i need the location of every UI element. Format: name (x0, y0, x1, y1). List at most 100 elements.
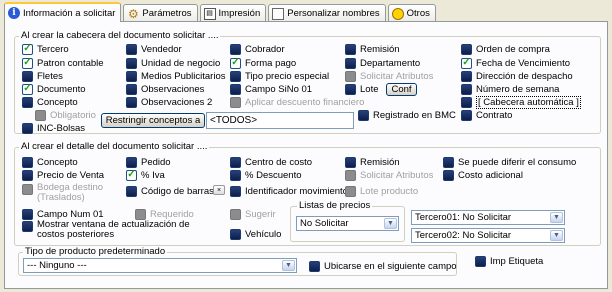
checkbox-campo-sino-01[interactable]: Campo SiNo 01 (230, 83, 312, 95)
checkbox-unchecked-icon[interactable] (230, 169, 241, 181)
checkbox-solicitar-atributos[interactable]: Solicitar Atributos (345, 70, 433, 82)
checkbox-unchecked-icon[interactable] (443, 156, 454, 168)
tab-otros[interactable]: Otros (387, 4, 436, 22)
checkbox-unchecked-icon[interactable] (230, 228, 241, 240)
checkbox-observaciones-2[interactable]: Observaciones 2 (126, 96, 212, 108)
checkbox-unchecked-icon[interactable] (126, 57, 137, 69)
checkbox-unchecked-icon[interactable] (345, 169, 356, 181)
checkbox-unchecked-icon[interactable] (22, 122, 33, 134)
product-type-select[interactable]: --- Ninguno --- ▼ (23, 258, 297, 273)
checkbox-bodega-destino[interactable]: Bodega destino (Traslados) (22, 183, 103, 205)
checkbox-unchecked-icon[interactable] (126, 70, 137, 82)
checkbox-medios-publicitarios[interactable]: Medios Publicitarios (126, 70, 225, 82)
checkbox-unchecked-icon[interactable] (461, 109, 472, 121)
checkbox-unchecked-icon[interactable] (230, 156, 241, 168)
checkbox-unchecked-icon[interactable] (22, 208, 33, 220)
checkbox-fecha-vencimiento[interactable]: Fecha de Vencimiento (461, 57, 570, 69)
checkbox-unchecked-icon[interactable] (309, 260, 320, 272)
tercero02-select[interactable]: Tercero02: No Solicitar ▼ (411, 228, 565, 243)
checkbox-obligatorio[interactable]: Obligatorio (35, 109, 96, 121)
checkbox-unidad-negocio[interactable]: Unidad de negocio (126, 57, 220, 69)
checkbox-unchecked-icon[interactable] (22, 221, 33, 232)
checkbox-documento[interactable]: Documento (22, 83, 86, 95)
tab-parametros[interactable]: ⚙ Parámetros (123, 4, 198, 22)
checkbox-unchecked-icon[interactable] (230, 70, 241, 82)
checkbox-unchecked-icon[interactable] (22, 70, 33, 82)
checkbox-precio-venta[interactable]: Precio de Venta (22, 169, 104, 181)
checkbox-unchecked-icon[interactable] (345, 156, 356, 168)
checkbox-unchecked-icon[interactable] (230, 96, 241, 108)
checkbox-direccion-despacho[interactable]: Dirección de despacho (461, 70, 573, 82)
checkbox-unchecked-icon[interactable] (126, 96, 137, 108)
checkbox-unchecked-icon[interactable] (443, 169, 454, 181)
checkbox-requerido[interactable]: Requerido (135, 208, 194, 220)
checkbox-unchecked-icon[interactable] (22, 156, 33, 168)
checkbox-registrado-bmc[interactable]: Registrado en BMC (358, 109, 456, 121)
checkbox-unchecked-icon[interactable] (461, 43, 472, 55)
checkbox-unchecked-icon[interactable] (35, 109, 46, 121)
checkbox-checked-icon[interactable] (126, 169, 137, 181)
checkbox-checked-icon[interactable] (22, 57, 33, 69)
restringir-conceptos-button[interactable]: Restringir conceptos a (101, 113, 205, 128)
checkbox-aplicar-descuento[interactable]: Aplicar descuento financiero (230, 96, 364, 108)
checkbox-vehiculo[interactable]: Vehículo (230, 228, 281, 240)
checkbox-ubicarse-siguiente-campo[interactable]: Ubicarse en el siguiente campo (309, 260, 457, 272)
checkbox-unchecked-icon[interactable] (22, 169, 33, 181)
checkbox-unchecked-icon[interactable] (230, 83, 241, 95)
checkbox-unchecked-icon[interactable] (461, 96, 472, 108)
checkbox-unchecked-icon[interactable] (22, 184, 33, 195)
checkbox-unchecked-icon[interactable] (126, 156, 137, 168)
checkbox-iva[interactable]: % Iva (126, 169, 165, 181)
checkbox-identificador-movimiento[interactable]: Identificador movimiento (230, 185, 348, 197)
checkbox-costo-adicional[interactable]: Costo adicional (443, 169, 523, 181)
checkbox-observaciones[interactable]: Observaciones (126, 83, 204, 95)
checkbox-imp-etiqueta[interactable]: Imp Etiqueta (475, 255, 543, 267)
checkbox-unchecked-icon[interactable] (345, 57, 356, 69)
checkbox-unchecked-icon[interactable] (461, 70, 472, 82)
checkbox-tercero[interactable]: Tercero (22, 43, 69, 55)
checkbox-unchecked-icon[interactable] (230, 185, 241, 197)
checkbox-unchecked-icon[interactable] (345, 43, 356, 55)
checkbox-unchecked-icon[interactable] (230, 208, 241, 220)
checkbox-numero-semana[interactable]: Número de semana (461, 83, 559, 95)
checkbox-detalle-remision[interactable]: Remisión (345, 156, 400, 168)
lote-conf-button[interactable]: Conf (386, 83, 417, 96)
checkbox-unchecked-icon[interactable] (135, 208, 146, 220)
checkbox-fletes[interactable]: Fletes (22, 70, 63, 82)
tab-personalizar-nombres[interactable]: Personalizar nombres (268, 4, 386, 22)
checkbox-descuento[interactable]: % Descuento (230, 169, 302, 181)
checkbox-departamento[interactable]: Departamento (345, 57, 420, 69)
checkbox-lote-producto[interactable]: Lote producto (345, 185, 418, 197)
checkbox-unchecked-icon[interactable] (345, 83, 356, 95)
checkbox-unchecked-icon[interactable] (475, 255, 486, 267)
checkbox-codigo-barras[interactable]: Código de barras (126, 185, 214, 197)
checkbox-centro-costo[interactable]: Centro de costo (230, 156, 312, 168)
checkbox-pedido[interactable]: Pedido (126, 156, 171, 168)
checkbox-detalle-solicitar-atributos[interactable]: Solicitar Atributos (345, 169, 433, 181)
checkbox-unchecked-icon[interactable] (126, 185, 137, 197)
checkbox-checked-icon[interactable] (230, 57, 241, 69)
checkbox-remision[interactable]: Remisión (345, 43, 400, 55)
checkbox-unchecked-icon[interactable] (461, 83, 472, 95)
checkbox-unchecked-icon[interactable] (345, 70, 356, 82)
tercero01-select[interactable]: Tercero01: No Solicitar ▼ (411, 210, 565, 225)
checkbox-inc-bolsas[interactable]: INC-Bolsas (22, 122, 85, 134)
checkbox-diferir-consumo[interactable]: Se puede diferir el consumo (443, 156, 576, 168)
checkbox-unchecked-icon[interactable] (358, 109, 369, 121)
checkbox-mostrar-ventana-costos[interactable]: Mostrar ventana de actualización de cost… (22, 220, 190, 242)
restringir-conceptos-input[interactable]: <TODOS> (206, 112, 354, 129)
tab-informacion-a-solicitar[interactable]: i Información a solicitar (4, 2, 122, 22)
checkbox-unchecked-icon[interactable] (22, 96, 33, 108)
checkbox-unchecked-icon[interactable] (126, 83, 137, 95)
checkbox-cobrador[interactable]: Cobrador (230, 43, 285, 55)
tab-impresion[interactable]: ▤ Impresión (199, 4, 267, 22)
checkbox-contrato[interactable]: Contrato (461, 109, 512, 121)
checkbox-orden-compra[interactable]: Orden de compra (461, 43, 550, 55)
codigo-barras-options-button[interactable]: × (213, 185, 225, 195)
checkbox-vendedor[interactable]: Vendedor (126, 43, 182, 55)
checkbox-checked-icon[interactable] (22, 43, 33, 55)
checkbox-unchecked-icon[interactable] (126, 43, 137, 55)
checkbox-unchecked-icon[interactable] (230, 43, 241, 55)
checkbox-checked-icon[interactable] (22, 83, 33, 95)
checkbox-cabecera-automatica[interactable]: [ Cabecera automática ] (461, 95, 581, 109)
